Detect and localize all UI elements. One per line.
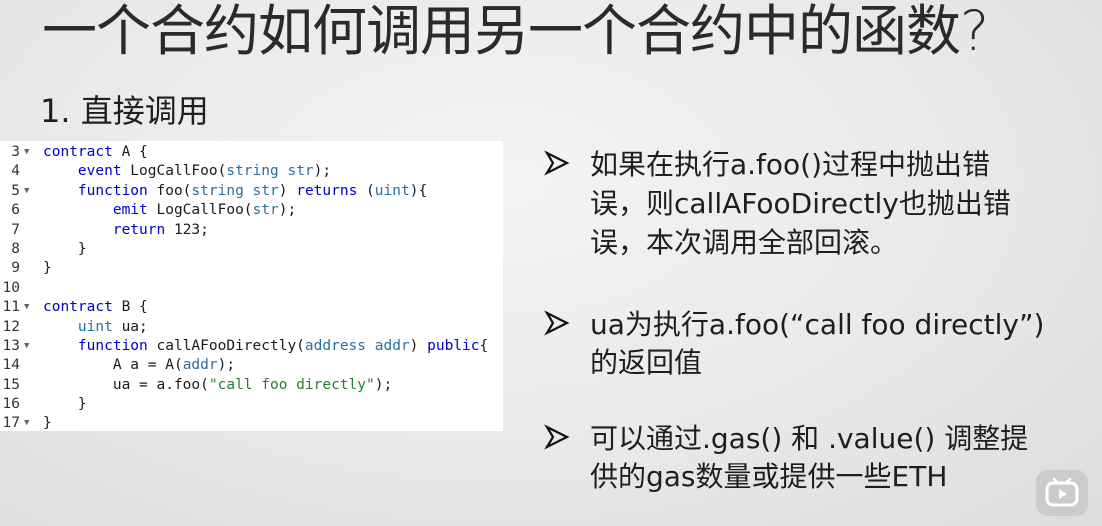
code-line: 13 ▼ function callAFooDirectly(address ad… bbox=[0, 337, 503, 356]
line-number: 15 bbox=[2, 376, 20, 393]
code-line: 10 bbox=[0, 279, 503, 298]
bullet-text-line: 供的gas数量或提供一些ETH bbox=[590, 460, 948, 493]
line-number: 5 bbox=[11, 182, 20, 199]
line-number: 9 bbox=[11, 260, 20, 277]
code-text: A a = A(addr); bbox=[43, 357, 236, 374]
fold-toggle-icon[interactable]: ▼ bbox=[24, 143, 29, 162]
code-text: } bbox=[43, 240, 87, 257]
line-number: 17 bbox=[2, 415, 20, 432]
line-number: 4 bbox=[11, 163, 20, 180]
bullet-text-line: 的返回值 bbox=[590, 346, 703, 379]
fold-toggle-icon[interactable]: ▼ bbox=[24, 298, 29, 317]
bullet-text-line: 如果在执行a.foo()过程中抛出错 bbox=[590, 148, 991, 181]
play-button[interactable] bbox=[1036, 470, 1088, 516]
code-text: event LogCallFoo(string str); bbox=[77, 163, 332, 180]
line-number: 10 bbox=[2, 279, 20, 296]
fold-toggle-icon[interactable]: ▼ bbox=[24, 182, 29, 201]
code-line: 15 ua = a.foo("call foo directly"); bbox=[0, 376, 503, 395]
code-line: 14 A a = A(addr); bbox=[0, 356, 503, 375]
line-number: 12 bbox=[2, 318, 20, 335]
code-line: 9} bbox=[0, 259, 503, 278]
line-number: 14 bbox=[2, 357, 20, 374]
fold-toggle-icon[interactable]: ▼ bbox=[24, 337, 29, 356]
code-text: emit LogCallFoo(str); bbox=[112, 202, 297, 219]
bullet-text-line: 可以通过.gas() 和 .value() 调整提 bbox=[590, 422, 1029, 455]
line-number: 6 bbox=[11, 202, 20, 219]
slide-title: 一个合约如何调用另一个合约中的函数? bbox=[42, 0, 989, 63]
code-line: 4 event LogCallFoo(string str); bbox=[0, 162, 503, 181]
code-text: } bbox=[43, 396, 87, 413]
line-number: 8 bbox=[11, 240, 20, 257]
arrow-bullet-icon bbox=[544, 424, 570, 450]
code-line: 8 } bbox=[0, 240, 503, 259]
code-text: contract A { bbox=[43, 144, 148, 160]
line-number: 7 bbox=[11, 221, 20, 238]
bullet-text-line: ua为执行a.foo(“call foo directly”) bbox=[590, 308, 1045, 341]
code-text: ua = a.foo("call foo directly"); bbox=[43, 376, 393, 393]
code-line: 3 ▼ contract A { bbox=[0, 143, 503, 162]
code-text: function foo(string str) returns (uint){ bbox=[77, 182, 428, 199]
code-text: contract B { bbox=[43, 299, 148, 316]
line-number: 11 bbox=[2, 299, 20, 316]
code-text: function callAFooDirectly(address addr) … bbox=[77, 337, 489, 354]
code-panel: 3 ▼ contract A {4 event LogCallFoo(string … bbox=[0, 141, 503, 431]
code-line: 6 emit LogCallFoo(str); bbox=[0, 201, 503, 220]
code-text: uint ua; bbox=[77, 318, 148, 335]
arrow-bullet-icon bbox=[544, 310, 570, 336]
code-line: 12 uint ua; bbox=[0, 318, 503, 337]
fold-toggle-icon[interactable]: ▼ bbox=[24, 414, 29, 433]
play-button-icon bbox=[1045, 478, 1079, 507]
code-line: 7 return 123; bbox=[0, 221, 503, 240]
bullet-text-line: 误，本次调用全部回滚。 bbox=[590, 226, 899, 259]
code-line: 11 ▼ contract B { bbox=[0, 298, 503, 317]
code-line: 5 ▼ function foo(string str) returns (uin… bbox=[0, 182, 503, 201]
line-number: 13 bbox=[2, 337, 20, 354]
code-line: 17 ▼} bbox=[0, 414, 503, 433]
line-number: 3 bbox=[11, 144, 20, 160]
code-text: return 123; bbox=[112, 221, 209, 238]
code-line: 16 } bbox=[0, 395, 503, 414]
arrow-bullet-icon bbox=[544, 150, 570, 176]
section-subheading: 1. 直接调用 bbox=[40, 92, 209, 130]
bullet-text-line: 误，则callAFooDirectly也抛出错 bbox=[590, 187, 1011, 220]
line-number: 16 bbox=[2, 396, 20, 413]
code-text: } bbox=[43, 260, 52, 277]
code-text: } bbox=[43, 415, 52, 432]
